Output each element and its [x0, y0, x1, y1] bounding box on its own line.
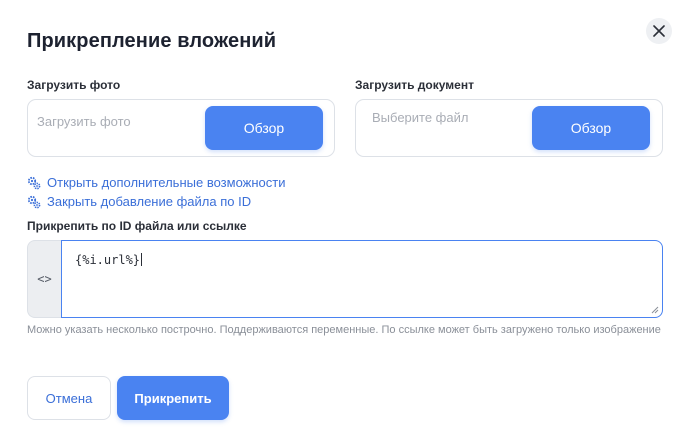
photo-browse-button[interactable]: Обзор [205, 106, 323, 150]
open-more-options-link[interactable]: Открыть дополнительные возможности [27, 175, 285, 190]
gears-icon [27, 195, 41, 208]
code-icon: <> [27, 240, 61, 318]
photo-upload-placeholder: Загрузить фото [37, 114, 131, 129]
resize-handle-icon[interactable] [651, 306, 659, 314]
photo-upload-field[interactable]: Загрузить фото Обзор [27, 99, 335, 157]
close-id-attach-label: Закрыть добавление файла по ID [47, 194, 252, 209]
close-icon [653, 25, 665, 37]
attach-by-id-textarea[interactable]: {%i.url%} [61, 240, 663, 318]
text-cursor [141, 253, 143, 266]
document-upload-placeholder: Выберите файл [372, 110, 469, 125]
document-upload-label: Загрузить документ [355, 78, 474, 92]
attach-by-id-label: Прикрепить по ID файла или ссылке [27, 219, 247, 233]
attach-dialog: Прикрепление вложений Загрузить фото Заг… [0, 0, 687, 443]
attach-button[interactable]: Прикрепить [117, 376, 229, 420]
cancel-button[interactable]: Отмена [27, 376, 111, 420]
dialog-title: Прикрепление вложений [27, 30, 277, 52]
gears-icon [27, 176, 41, 189]
photo-upload-label: Загрузить фото [27, 78, 121, 92]
open-more-options-label: Открыть дополнительные возможности [47, 175, 286, 190]
attach-by-id-value: {%i.url%} [75, 253, 141, 267]
close-id-attach-link[interactable]: Закрыть добавление файла по ID [27, 194, 251, 209]
attach-by-id-hint: Можно указать несколько построчно. Подде… [27, 324, 661, 336]
document-upload-field[interactable]: Выберите файл Обзор [355, 99, 663, 157]
attach-by-id-field: <> {%i.url%} [27, 240, 663, 318]
document-browse-button[interactable]: Обзор [532, 106, 650, 150]
close-button[interactable] [646, 18, 672, 44]
